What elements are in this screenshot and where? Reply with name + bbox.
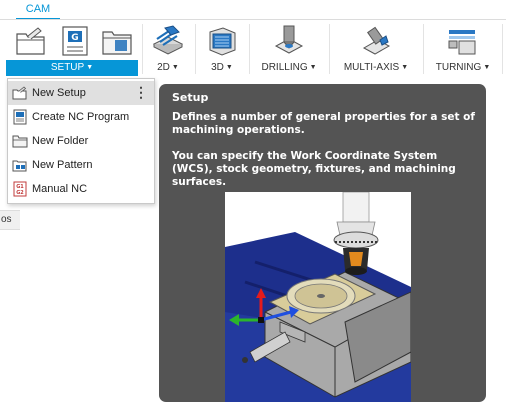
turning-group: TURNING ▼ [427, 20, 499, 78]
menu-item-label: Manual NC [32, 183, 88, 195]
more-options-icon[interactable]: ⋮ [134, 81, 148, 103]
multi-axis-label: MULTI-AXIS [343, 62, 400, 73]
manual-nc-icon: G1 G2 [13, 181, 27, 197]
chevron-down-icon: ▼ [86, 64, 94, 71]
menu-item-manual-nc[interactable]: G1 G2 Manual NC [8, 177, 154, 201]
turning-label: TURNING [435, 62, 482, 73]
nc-program-ribbon-icon[interactable]: G [58, 24, 92, 58]
menu-item-new-pattern[interactable]: New Pattern [8, 153, 154, 177]
ribbon-separator [423, 24, 424, 74]
nc-program-icon [13, 109, 27, 125]
chevron-down-icon: ▼ [483, 64, 491, 71]
chevron-down-icon: ▼ [171, 64, 179, 71]
menu-item-label: New Pattern [32, 159, 93, 171]
ribbon-separator [329, 24, 330, 74]
2d-dropdown-button[interactable]: 2D ▼ [146, 60, 190, 76]
drilling-dropdown-button[interactable]: DRILLING ▼ [253, 60, 325, 76]
ribbon-separator [142, 24, 143, 74]
folder-icon [12, 135, 28, 148]
ribbon-separator [249, 24, 250, 74]
ribbon-separator [195, 24, 196, 74]
setup-folder-icon[interactable] [14, 24, 48, 58]
2d-group: 2D ▼ [146, 20, 190, 78]
ribbon-toolbar: G SETUP ▼ 2D ▼ 3D ▼ DRILLING ▼ MULTI-AXI… [0, 20, 506, 78]
2d-label: 2D [157, 62, 170, 73]
browser-panel-stub[interactable]: os [0, 210, 20, 230]
3d-label: 3D [211, 62, 224, 73]
chevron-down-icon: ▼ [401, 64, 409, 71]
tab-strip: CAM [0, 0, 506, 20]
setup-label: SETUP [50, 62, 85, 73]
3d-dropdown-button[interactable]: 3D ▼ [199, 60, 245, 76]
machining-setup-illustration [225, 192, 411, 402]
svg-text:G: G [71, 33, 78, 43]
2d-adaptive-icon[interactable] [151, 24, 185, 58]
3d-group: 3D ▼ [199, 20, 245, 78]
setup-tooltip: Setup Defines a number of general proper… [159, 84, 486, 402]
tooltip-details: You can specify the Work Coordinate Syst… [172, 150, 456, 188]
menu-item-label: New Folder [32, 135, 89, 147]
chevron-down-icon: ▼ [225, 64, 233, 71]
multi-axis-dropdown-button[interactable]: MULTI-AXIS ▼ [333, 60, 419, 76]
drilling-group: DRILLING ▼ [253, 20, 325, 78]
menu-item-label: Create NC Program [32, 111, 130, 123]
new-setup-icon [12, 86, 27, 100]
multi-axis-icon[interactable] [359, 24, 393, 58]
pattern-icon [12, 160, 27, 172]
setup-group: G SETUP ▼ [6, 20, 138, 78]
svg-text:G2: G2 [16, 190, 24, 196]
tooltip-description: Defines a number of general properties f… [172, 111, 475, 136]
chevron-down-icon: ▼ [309, 64, 317, 71]
multi-axis-group: MULTI-AXIS ▼ [333, 20, 419, 78]
tab-cam[interactable]: CAM [16, 0, 60, 20]
drilling-label: DRILLING [261, 62, 308, 73]
menu-item-create-nc-program[interactable]: Create NC Program [8, 105, 154, 129]
3d-adaptive-icon[interactable] [205, 24, 239, 58]
setup-dropdown-button[interactable]: SETUP ▼ [6, 60, 138, 76]
menu-item-new-setup[interactable]: New Setup ⋮ [8, 81, 154, 105]
tooltip-title: Setup [172, 91, 209, 104]
browser-stub-text: os [1, 214, 12, 225]
cam-workspace: CAM G SETUP ▼ 2D ▼ 3D ▼ DRILLING ▼ MULTI… [0, 0, 506, 416]
turning-icon[interactable] [445, 24, 479, 58]
setup-dropdown-menu: New Setup ⋮ Create NC Program New Folder [7, 78, 155, 204]
ribbon-separator [502, 24, 503, 74]
drill-icon[interactable] [272, 24, 306, 58]
menu-item-label: New Setup [32, 87, 86, 99]
menu-item-new-folder[interactable]: New Folder [8, 129, 154, 153]
folder-ribbon-icon[interactable] [100, 24, 134, 58]
turning-dropdown-button[interactable]: TURNING ▼ [427, 60, 499, 76]
